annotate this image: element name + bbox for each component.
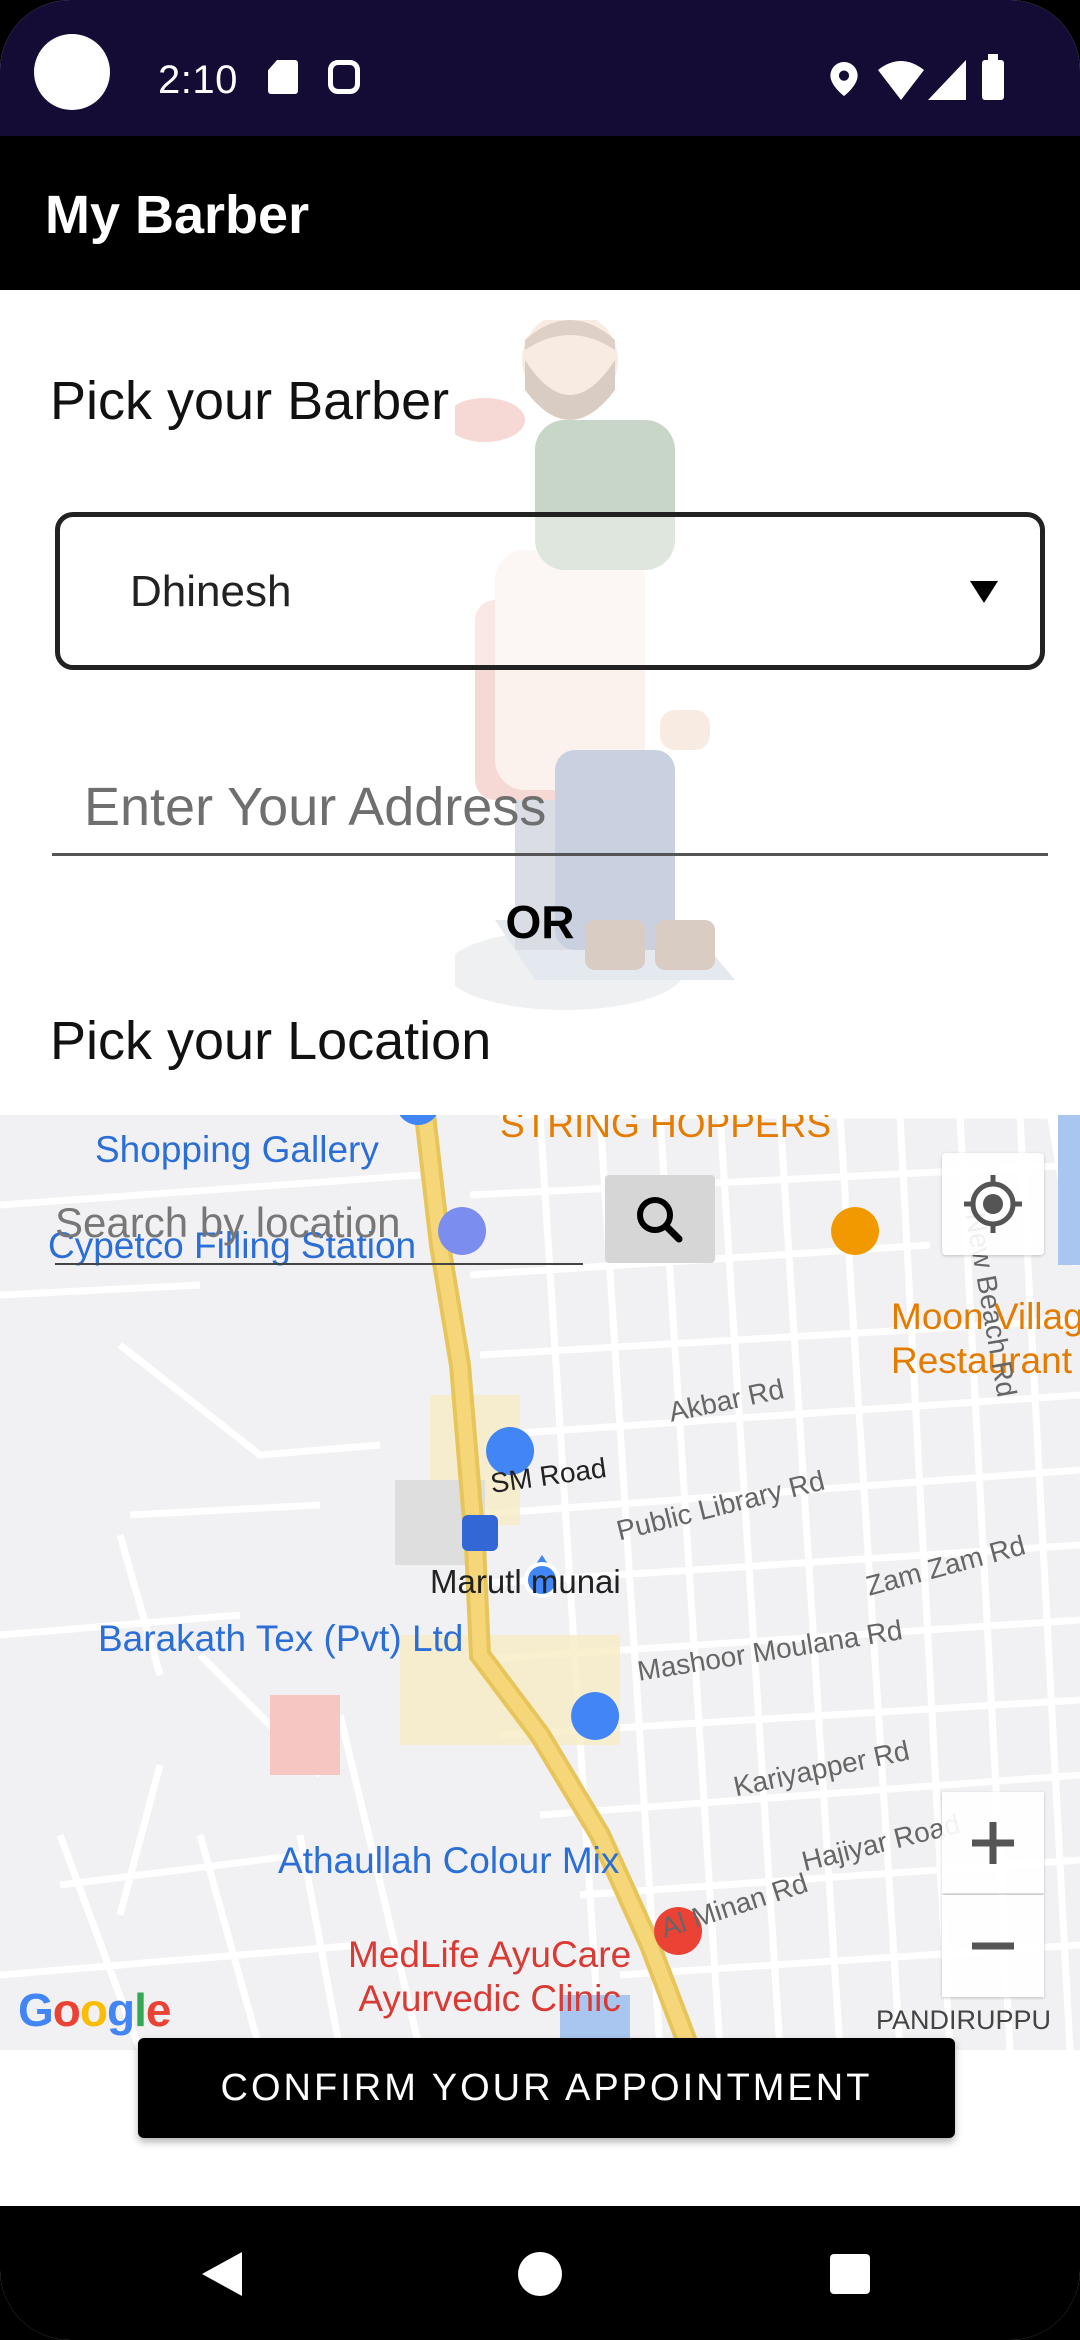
map-label-string-hoppers: STRING HOPPERS: [500, 1115, 831, 1145]
pick-location-label: Pick your Location: [50, 1011, 492, 1071]
map-search-input[interactable]: [55, 1185, 583, 1261]
status-bar: 2:10: [0, 0, 1080, 136]
map-view[interactable]: Shopping Gallery STRING HOPPERS Cypetco …: [0, 1115, 1080, 2050]
app-bar: My Barber: [0, 136, 1080, 290]
or-separator: OR: [505, 896, 575, 948]
back-icon[interactable]: [202, 2252, 242, 2296]
recents-icon[interactable]: [830, 2254, 870, 2294]
sd-card-icon: [268, 60, 298, 94]
navigation-bar: [0, 2206, 1080, 2340]
map-label-medlife: MedLife AyuCare Ayurvedic Clinic: [348, 1933, 631, 2021]
barber-dropdown[interactable]: Dhinesh: [55, 512, 1045, 670]
medlife-line-2: Ayurvedic Clinic: [358, 1978, 621, 2019]
zoom-out-button[interactable]: [942, 1895, 1044, 1997]
crosshair-icon: [964, 1175, 1022, 1233]
confirm-appointment-button[interactable]: CONFIRM YOUR APPOINTMENT: [138, 2038, 955, 2138]
google-logo: Google: [18, 1984, 171, 2036]
map-label-maruthamunai: Marutl munai: [430, 1563, 621, 1600]
map-search-button[interactable]: [605, 1175, 715, 1263]
map-label-athaullah: Athaullah Colour Mix: [278, 1840, 620, 1881]
robot-icon: [328, 60, 360, 94]
address-input[interactable]: [52, 760, 1048, 856]
barber-dropdown-value: Dhinesh: [130, 567, 292, 616]
map-label-shopping-gallery: Shopping Gallery: [95, 1129, 379, 1170]
status-time: 2:10: [158, 58, 238, 102]
search-icon: [637, 1197, 683, 1243]
zoom-in-button[interactable]: [942, 1792, 1044, 1894]
camera-cutout: [34, 34, 110, 110]
booking-form: Pick your Barber Dhinesh OR Pick your Lo…: [0, 290, 1080, 1115]
app-title: My Barber: [45, 185, 310, 245]
signal-icon: [928, 60, 966, 100]
pick-barber-label: Pick your Barber: [50, 371, 450, 431]
location-icon: [830, 62, 858, 96]
map-search-box: [55, 1185, 583, 1265]
my-location-button[interactable]: [942, 1153, 1044, 1255]
home-icon[interactable]: [518, 2252, 562, 2296]
plus-icon: [972, 1822, 1014, 1864]
map-label-barakath: Barakath Tex (Pvt) Ltd: [98, 1618, 464, 1659]
wifi-icon: [878, 61, 924, 100]
phone-screen: 2:10 My Barber Pick your Barber Dhinesh …: [0, 0, 1080, 2340]
dropdown-arrow-icon: [970, 581, 998, 603]
medlife-line-1: MedLife AyuCare: [348, 1934, 632, 1975]
battery-icon: [982, 54, 1004, 100]
minus-icon: [972, 1942, 1014, 1950]
